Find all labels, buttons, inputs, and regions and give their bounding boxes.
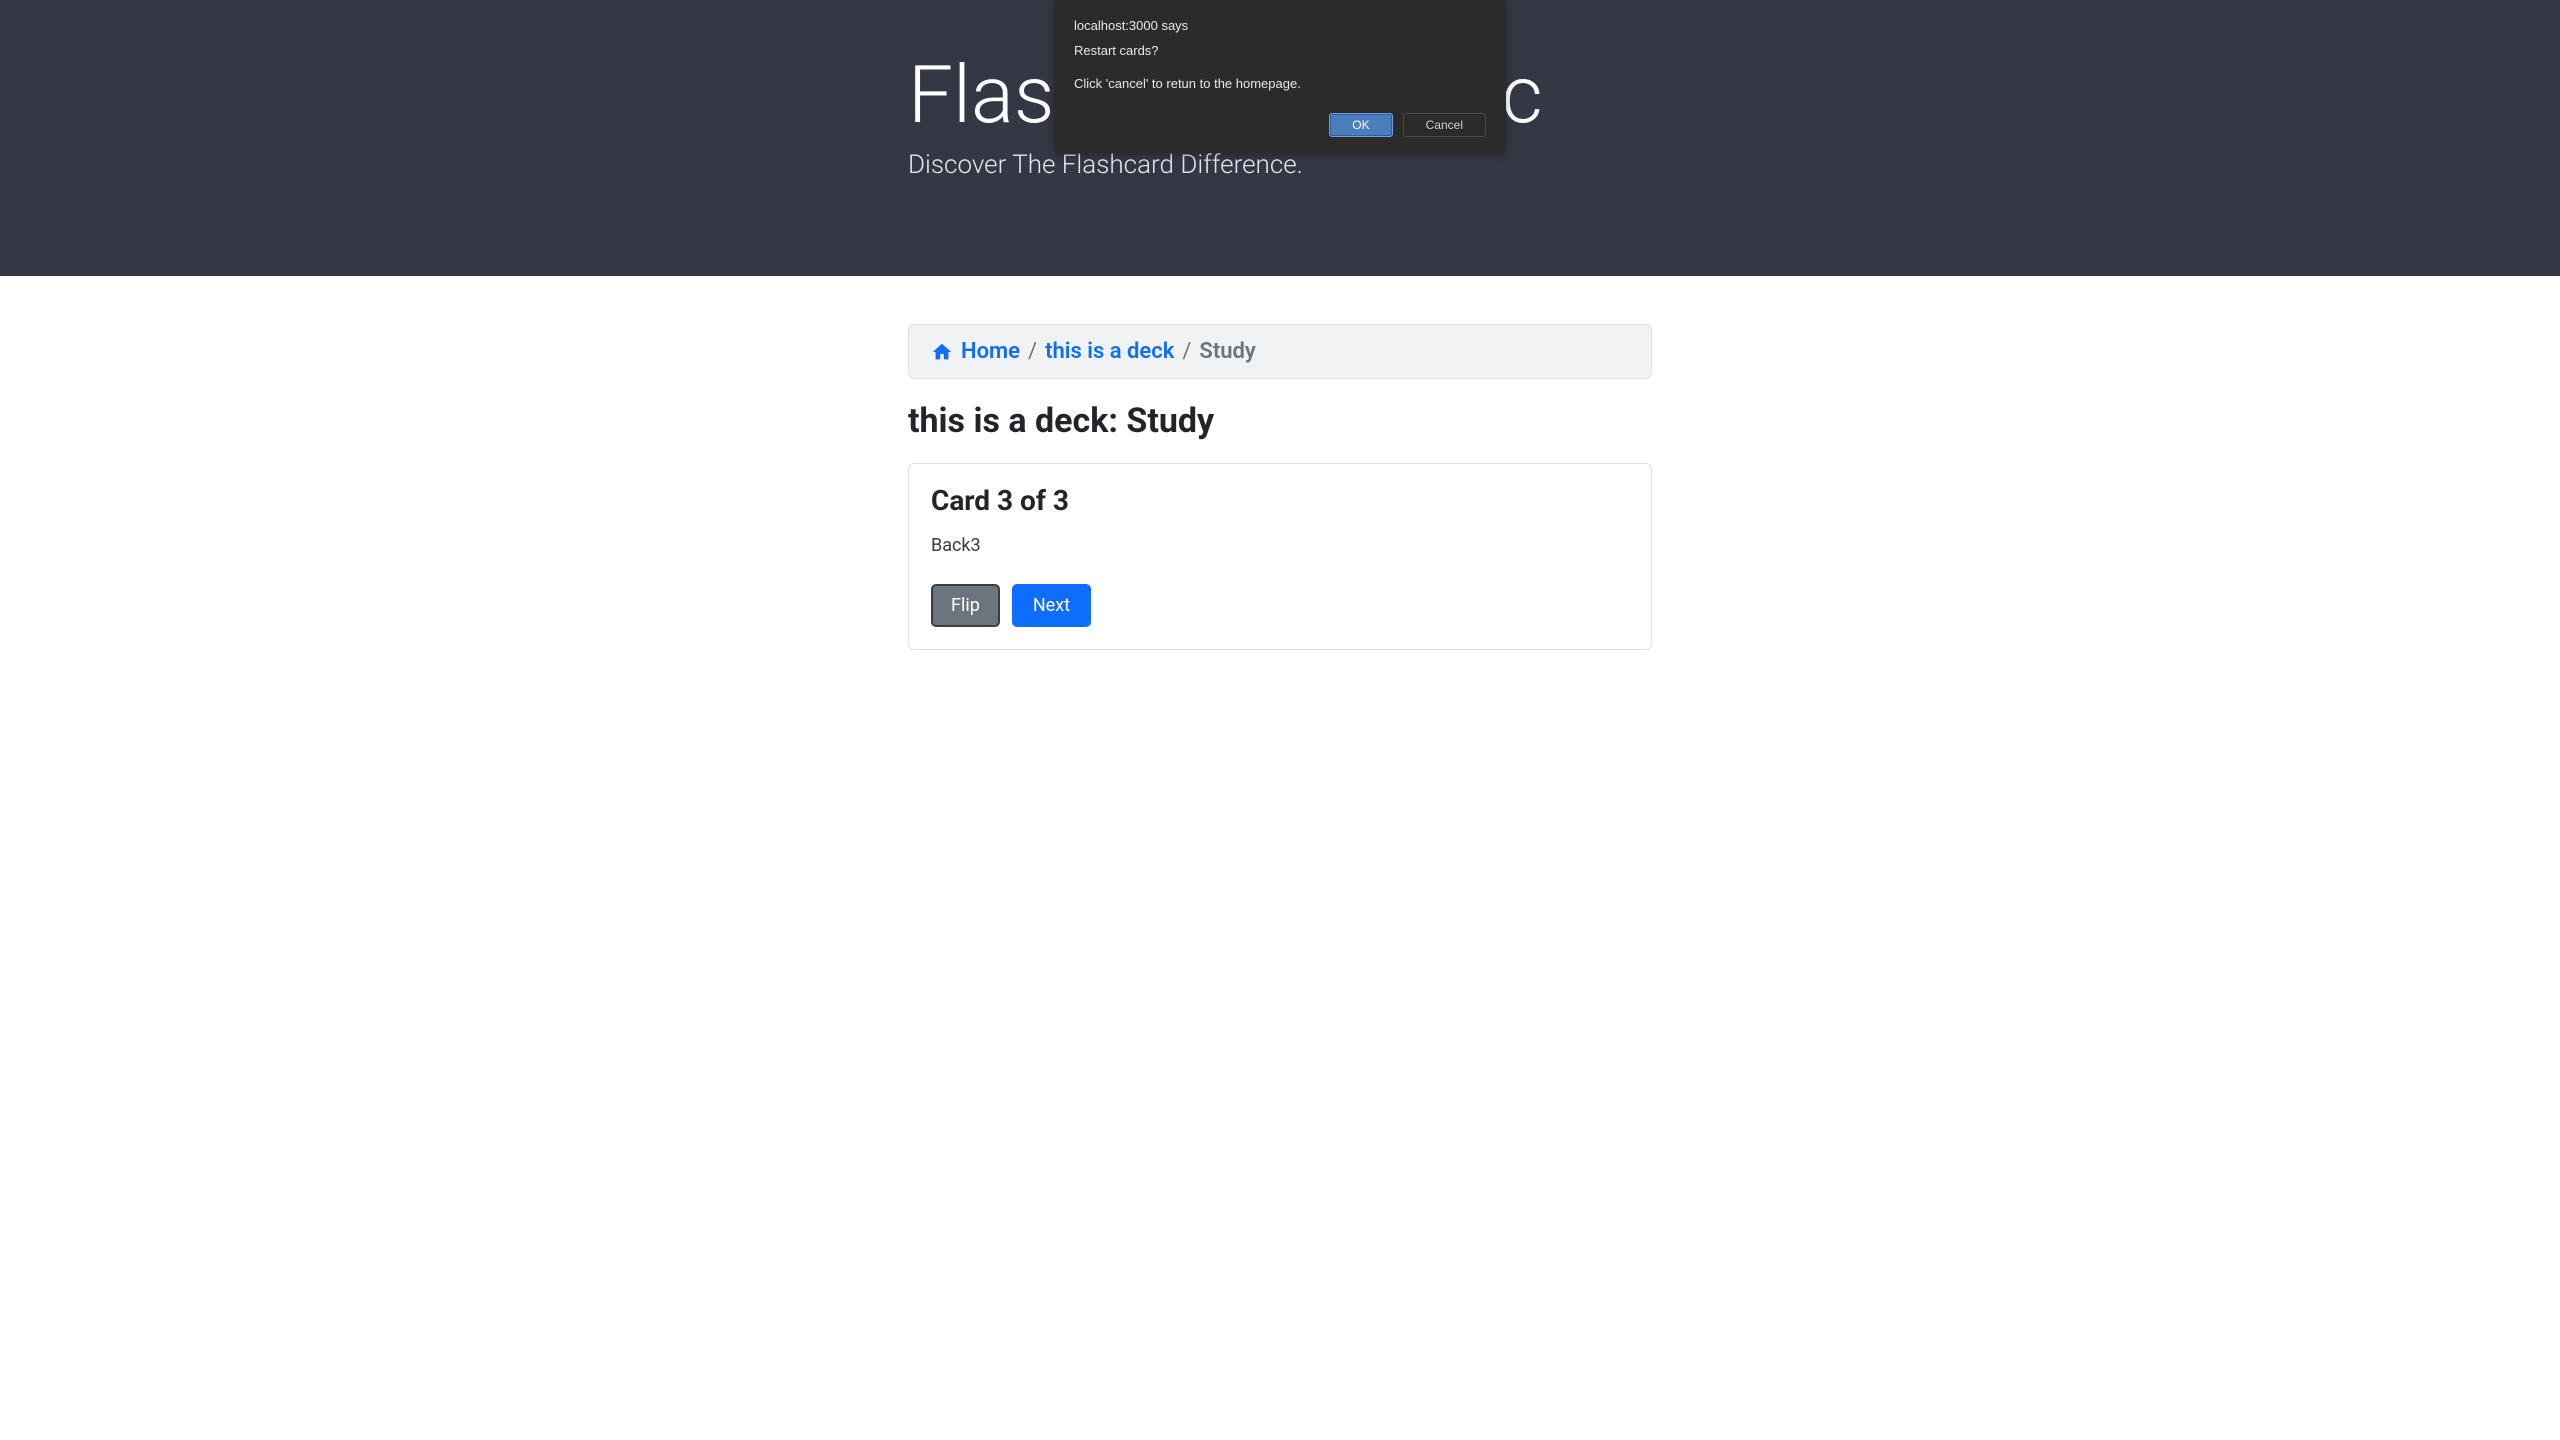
dialog-origin: localhost:3000 says: [1074, 18, 1486, 33]
confirm-dialog: localhost:3000 says Restart cards? Click…: [1054, 0, 1506, 153]
dialog-message-1: Restart cards?: [1074, 43, 1486, 58]
dialog-button-row: OK Cancel: [1074, 113, 1486, 137]
breadcrumb-separator: /: [1028, 339, 1037, 364]
study-card: Card 3 of 3 Back3 Flip Next: [908, 463, 1652, 650]
breadcrumb-deck-link[interactable]: this is a deck: [1045, 339, 1174, 364]
dialog-message-2: Click 'cancel' to retun to the homepage.: [1074, 76, 1486, 91]
card-content: Back3: [931, 535, 1629, 556]
dialog-cancel-button[interactable]: Cancel: [1403, 113, 1486, 137]
breadcrumb: Home / this is a deck / Study: [908, 324, 1652, 379]
breadcrumb-home-link[interactable]: Home: [931, 339, 1020, 364]
next-button[interactable]: Next: [1012, 584, 1091, 627]
flip-button[interactable]: Flip: [931, 584, 1000, 627]
dialog-ok-button[interactable]: OK: [1329, 113, 1392, 137]
card-button-row: Flip Next: [931, 584, 1629, 627]
breadcrumb-home-label: Home: [961, 339, 1020, 364]
page-title: this is a deck: Study: [908, 401, 1652, 441]
breadcrumb-current: Study: [1199, 339, 1255, 364]
app-subtitle: Discover The Flashcard Difference.: [908, 150, 2080, 180]
card-counter: Card 3 of 3: [931, 484, 1629, 517]
home-icon: [931, 341, 953, 363]
breadcrumb-separator: /: [1182, 339, 1191, 364]
